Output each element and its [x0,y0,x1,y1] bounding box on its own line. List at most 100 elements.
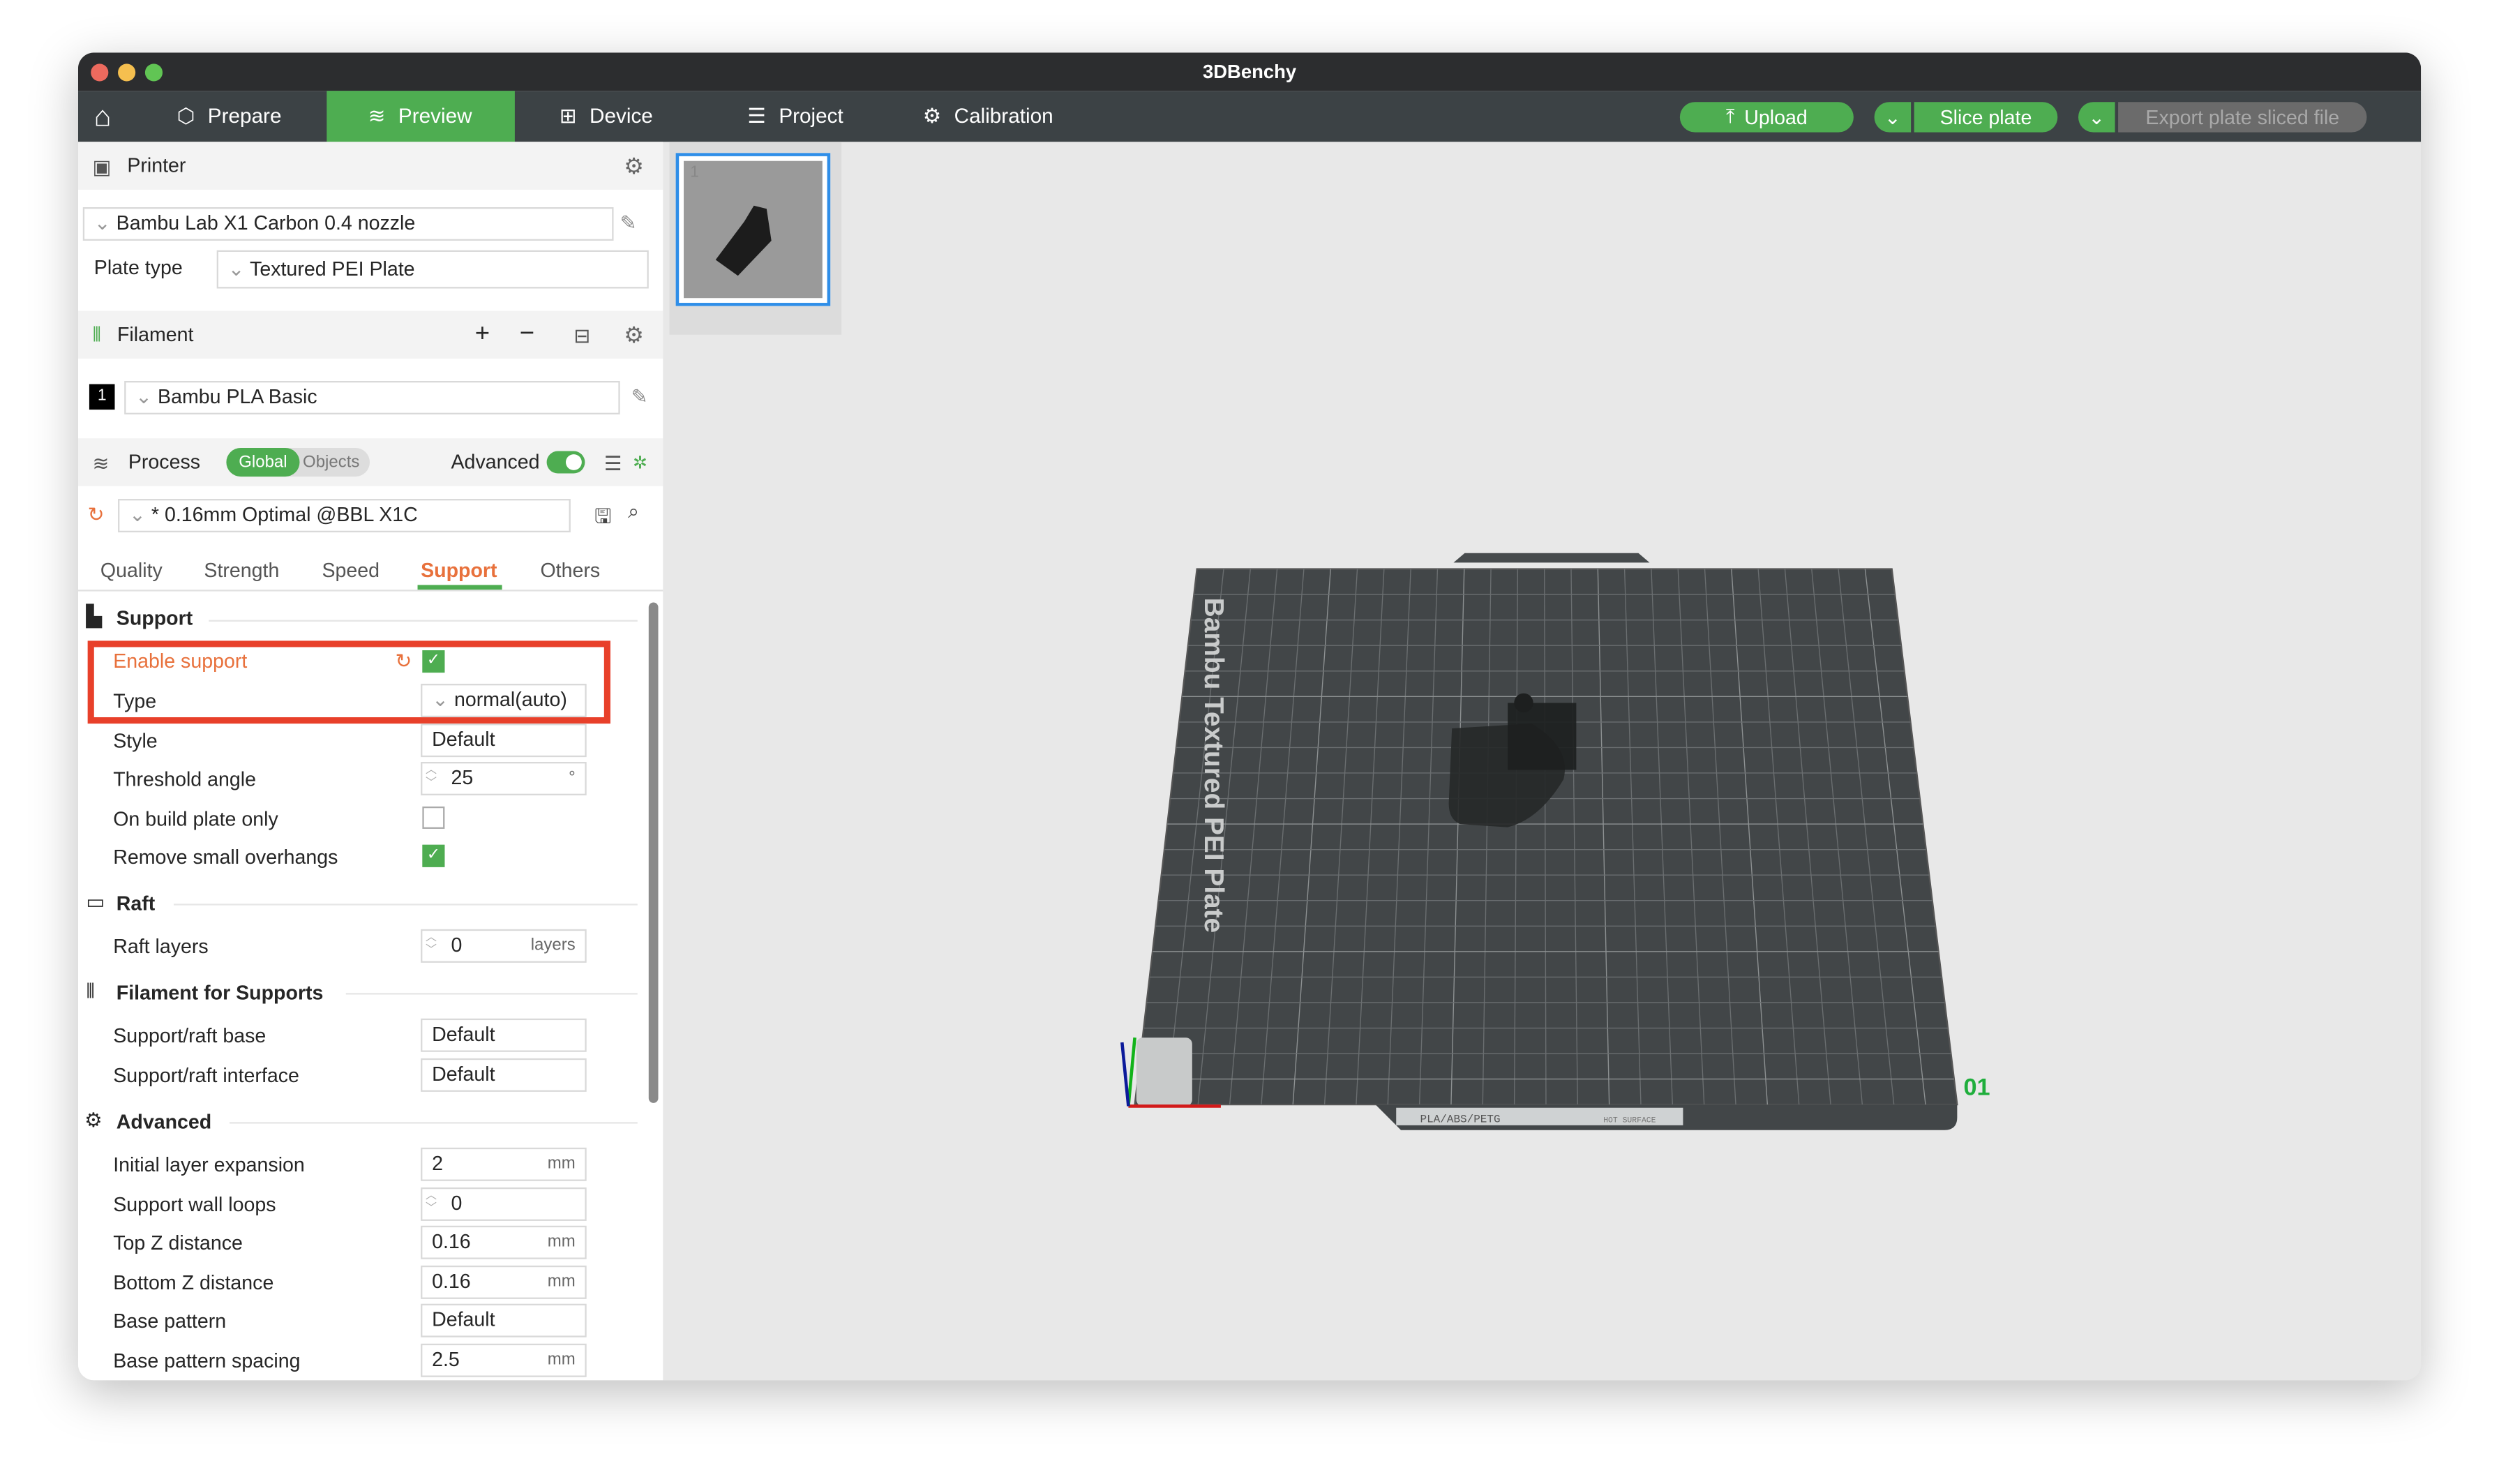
tab-label: Calibration [954,91,1053,142]
base-pattern-value: Default [432,1309,495,1331]
unit-label: mm [548,1345,576,1375]
support-wall-loops-label: Support wall loops [113,1194,276,1216]
top-z-distance-label: Top Z distance [113,1232,243,1254]
printer-settings-icon[interactable]: ⚙ [624,152,644,179]
support-type-select[interactable]: ⌄ normal(auto) [421,684,587,717]
base-pattern-select[interactable]: Default [421,1304,587,1337]
build-plate-only-label: On build plate only [113,808,278,830]
objects-option[interactable]: Objects [303,448,359,477]
global-option[interactable]: Global [226,448,299,477]
top-z-distance-input[interactable]: 0.16mm [421,1226,587,1259]
minimize-window-button[interactable] [118,63,135,81]
add-filament-button[interactable]: + [475,320,490,349]
tab-calibration[interactable]: ⚙Calibration [907,91,1098,142]
base-pattern-spacing-input[interactable]: 2.5mm [421,1344,587,1377]
tab-others[interactable]: Others [540,560,600,582]
edit-filament-icon[interactable]: ✎ [631,384,648,408]
unit-label: mm [548,1267,576,1297]
scrollbar[interactable] [649,603,659,1103]
close-window-button[interactable] [91,63,108,81]
raft-layers-value: 0 [451,934,463,957]
list-view-icon[interactable]: ☰ [604,450,622,474]
advanced-toggle[interactable] [547,451,585,474]
initial-layer-expansion-input[interactable]: 2mm [421,1148,587,1181]
hot-surface-text: HOT SURFACE [1603,1116,1656,1125]
plate-type-value: Textured PEI Plate [250,258,415,280]
tab-label: Device [590,91,653,142]
slice-dropdown-button[interactable]: ⌄ [1875,102,1912,132]
printer-select[interactable]: ⌄ Bambu Lab X1 Carbon 0.4 nozzle [83,207,614,241]
raft-base-value: Default [432,1024,495,1046]
project-icon: ☰ [747,91,766,142]
reset-preset-icon[interactable]: ↻ [88,502,105,526]
filament-slot-badge[interactable]: 1 [89,384,115,410]
enable-support-checkbox[interactable]: ✓ [422,650,444,673]
threshold-angle-label: Threshold angle [113,768,256,790]
export-sliced-file-button[interactable]: Export plate sliced file [2118,102,2366,132]
compare-icon[interactable]: ✲ [633,452,647,473]
device-icon: ⊞ [560,91,577,142]
raft-layers-input[interactable]: ︿﹀0layers [421,929,587,963]
bottom-z-distance-input[interactable]: 0.16mm [421,1266,587,1299]
raft-base-select[interactable]: Default [421,1019,587,1052]
chevron-down-icon: ⌄ [2088,105,2105,129]
spinner-icon[interactable]: ︿﹀ [426,765,437,791]
remove-small-overhangs-checkbox[interactable]: ✓ [422,845,444,867]
global-objects-toggle[interactable]: Global Objects [226,448,370,477]
support-type-value: normal(auto) [454,689,567,711]
plate-name-text: Bambu Textured PEI Plate [1199,598,1229,933]
raft-interface-label: Support/raft interface [113,1065,299,1087]
filament-value: Bambu PLA Basic [158,386,317,408]
export-label: Export plate sliced file [2145,106,2339,128]
maximize-window-button[interactable] [145,63,163,81]
support-style-select[interactable]: Default [421,724,587,757]
save-preset-icon[interactable]: 🖫 [594,502,611,536]
filament-select[interactable]: ⌄ Bambu PLA Basic [124,381,620,414]
advanced-gears-icon: ⚙ [84,1108,103,1132]
support-style-value: Default [432,728,495,751]
process-icon: ≋ [93,450,110,474]
3d-viewport[interactable]: 1 Bambu Textured PEI Plate PLA/ABS/PETG … [663,142,2421,1380]
upload-button[interactable]: ⤒Upload [1680,102,1854,132]
export-dropdown-button[interactable]: ⌄ [2078,102,2115,132]
base-pattern-spacing-label: Base pattern spacing [113,1350,300,1372]
process-section-header: ≋ Process Global Objects Advanced ☰ ✲ [78,438,663,486]
tab-prepare[interactable]: ⬡Prepare [161,91,327,142]
tab-strength[interactable]: Strength [204,560,279,582]
tab-device[interactable]: ⊞ Device [543,91,719,142]
support-style-label: Style [113,730,158,752]
sync-filament-icon[interactable]: ⊟ [573,323,590,347]
reset-enable-support-icon[interactable]: ↻ [396,649,412,673]
filament-section-header: ⦀ Filament + − ⊟ ⚙ [78,310,663,359]
edit-printer-icon[interactable]: ✎ [620,211,637,234]
support-icon: ▙ [86,604,102,630]
tab-divider [78,590,663,591]
remove-filament-button[interactable]: − [520,320,534,349]
plate-type-select[interactable]: ⌄ Textured PEI Plate [217,250,649,289]
tab-speed[interactable]: Speed [322,560,380,582]
raft-layers-label: Raft layers [113,936,208,958]
build-plate-only-checkbox[interactable] [422,807,444,829]
tab-quality[interactable]: Quality [100,560,163,582]
tab-project[interactable]: ☰Project [732,91,907,142]
spinner-icon[interactable]: ︿﹀ [426,1191,437,1217]
threshold-angle-input[interactable]: ︿﹀25° [421,762,587,795]
plate-number[interactable]: 01 [1964,1074,1990,1100]
raft-interface-select[interactable]: Default [421,1058,587,1092]
process-preset-select[interactable]: ⌄ * 0.16mm Optimal @BBL X1C [118,499,571,532]
spinner-icon[interactable]: ︿﹀ [426,932,437,958]
support-wall-loops-value: 0 [451,1192,463,1215]
tab-preview[interactable]: ≋Preview [327,91,515,142]
support-wall-loops-input[interactable]: ︿﹀ 0 [421,1187,587,1221]
tab-label: Prepare [208,91,282,142]
chevron-down-icon: ⌄ [1884,105,1901,129]
home-button[interactable]: ⌂ [78,91,135,142]
slice-label: Slice plate [1940,106,2032,128]
base-pattern-label: Base pattern [113,1310,226,1333]
tab-support[interactable]: Support [421,560,497,582]
slice-plate-button[interactable]: Slice plate [1914,102,2058,132]
search-icon[interactable]: ⌕ [628,500,639,524]
printer-value: Bambu Lab X1 Carbon 0.4 nozzle [117,212,416,234]
plate-type-label: Plate type [94,257,183,279]
filament-settings-icon[interactable]: ⚙ [624,321,644,348]
